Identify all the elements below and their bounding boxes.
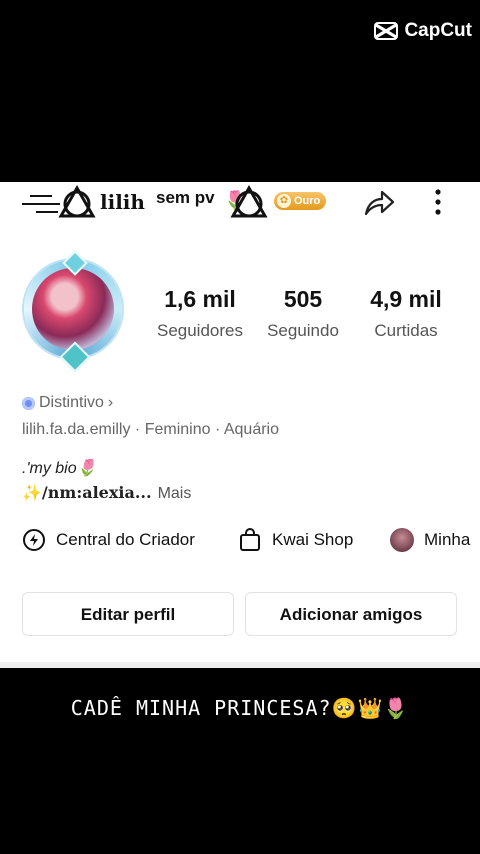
shortcut-row: Central do Criador Kwai Shop Minha bbox=[22, 528, 480, 558]
shopping-bag-icon bbox=[240, 528, 260, 551]
capcut-watermark: CapCut bbox=[374, 20, 472, 42]
sparkles-emoji: ✨ bbox=[22, 485, 42, 502]
stat-following[interactable]: 505 Seguindo bbox=[258, 286, 348, 341]
stat-likes[interactable]: 4,9 mil Curtidas bbox=[356, 286, 456, 341]
profile-header-bar: lilih sem pv 🌷 ✿ Ouro bbox=[0, 182, 480, 222]
distinctive-badge-link[interactable]: Distintivo › bbox=[22, 394, 113, 412]
chevron-right-icon: › bbox=[107, 394, 114, 411]
shortcut-minha[interactable]: Minha bbox=[390, 528, 470, 552]
watermark-text: CapCut bbox=[404, 20, 472, 41]
avatar bbox=[390, 528, 414, 552]
edit-profile-button[interactable]: Editar perfil bbox=[22, 592, 234, 636]
shortcut-kwai-shop[interactable]: Kwai Shop bbox=[238, 528, 353, 552]
status-text: sem pv bbox=[156, 188, 215, 207]
following-count: 505 bbox=[283, 286, 323, 312]
add-friends-button[interactable]: Adicionar amigos bbox=[245, 592, 457, 636]
following-label: Seguindo bbox=[267, 321, 339, 340]
capcut-logo-icon bbox=[374, 22, 399, 40]
shortcut-label: Minha bbox=[424, 530, 471, 549]
profile-panel: lilih sem pv 🌷 ✿ Ouro 1,6 mil Seguidores… bbox=[0, 182, 480, 668]
share-icon[interactable] bbox=[362, 186, 396, 220]
bio-line-2[interactable]: ✨/nm:alexia... Mais bbox=[22, 483, 191, 503]
ouro-badge[interactable]: ✿ Ouro bbox=[274, 192, 327, 210]
bio-more-link[interactable]: Mais bbox=[158, 485, 192, 502]
section-divider bbox=[0, 662, 480, 668]
triangle-symbol-icon-2 bbox=[230, 184, 268, 218]
bio-line-1: .'my bio🌷 bbox=[22, 460, 97, 477]
followers-count: 1,6 mil bbox=[164, 286, 236, 312]
stat-followers[interactable]: 1,6 mil Seguidores bbox=[150, 286, 250, 341]
video-caption: CADÊ MINHA PRINCESA?🥺👑🌷 bbox=[70, 696, 410, 720]
profile-meta: lilih.fa.da.emilly · Feminino · Aquário bbox=[22, 421, 279, 438]
likes-count: 4,9 mil bbox=[370, 286, 442, 312]
lightning-pin-icon bbox=[22, 528, 46, 552]
shortcut-label: Kwai Shop bbox=[272, 530, 354, 549]
avatar-photo bbox=[32, 268, 114, 350]
ouro-badge-label: Ouro bbox=[294, 195, 321, 207]
shortcut-creator-center[interactable]: Central do Criador bbox=[22, 528, 195, 552]
bio-handle: /nm:alexia... bbox=[41, 483, 152, 502]
likes-label: Curtidas bbox=[374, 321, 438, 340]
avatar[interactable] bbox=[18, 250, 128, 373]
distinctive-label: Distintivo bbox=[39, 394, 104, 411]
shortcut-label: Central do Criador bbox=[56, 530, 195, 549]
followers-label: Seguidores bbox=[156, 321, 243, 340]
menu-icon[interactable] bbox=[22, 192, 62, 214]
badge-hexagon-icon bbox=[22, 396, 35, 410]
username: lilih bbox=[100, 190, 145, 214]
coin-icon: ✿ bbox=[277, 194, 291, 208]
triangle-symbol-icon bbox=[58, 184, 96, 218]
more-options-icon[interactable] bbox=[430, 186, 446, 218]
